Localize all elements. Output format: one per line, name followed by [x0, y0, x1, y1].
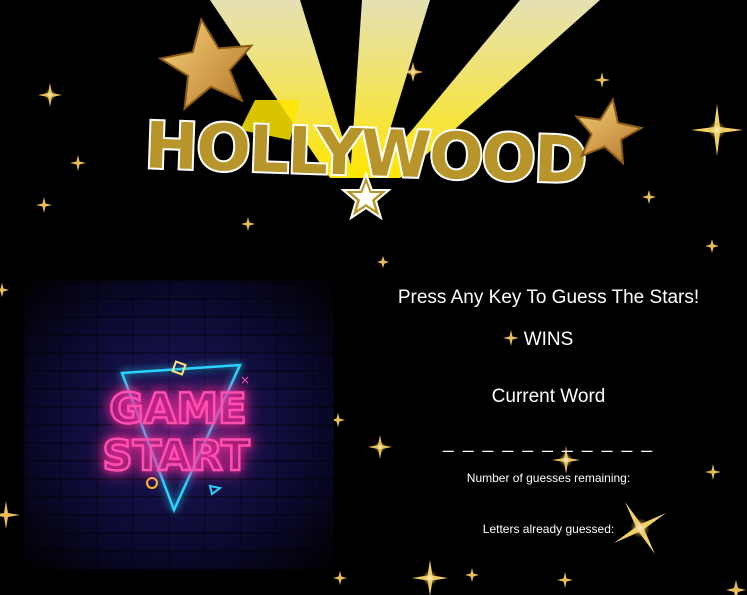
letters-guessed-label: Letters already guessed: [482, 522, 615, 536]
prompt-text: Press Any Key To Guess The Stars! [397, 287, 700, 308]
current-word-blanks: _ _ _ _ _ _ _ _ _ _ _ [442, 432, 655, 453]
game-start-sign: × GAME START [101, 360, 251, 514]
game-panel: Press Any Key To Guess The Stars! WINS C… [350, 0, 747, 595]
game-start-line2: START [102, 431, 250, 480]
game-start-line1: GAME [109, 384, 246, 433]
game-start-button[interactable]: × GAME START [24, 280, 334, 570]
wins-label: WINS [523, 329, 574, 350]
neon-small-triangle-icon [208, 484, 223, 496]
guesses-remaining-label: Number of guesses remaining: [466, 471, 631, 485]
current-word-label: Current Word [491, 386, 606, 407]
